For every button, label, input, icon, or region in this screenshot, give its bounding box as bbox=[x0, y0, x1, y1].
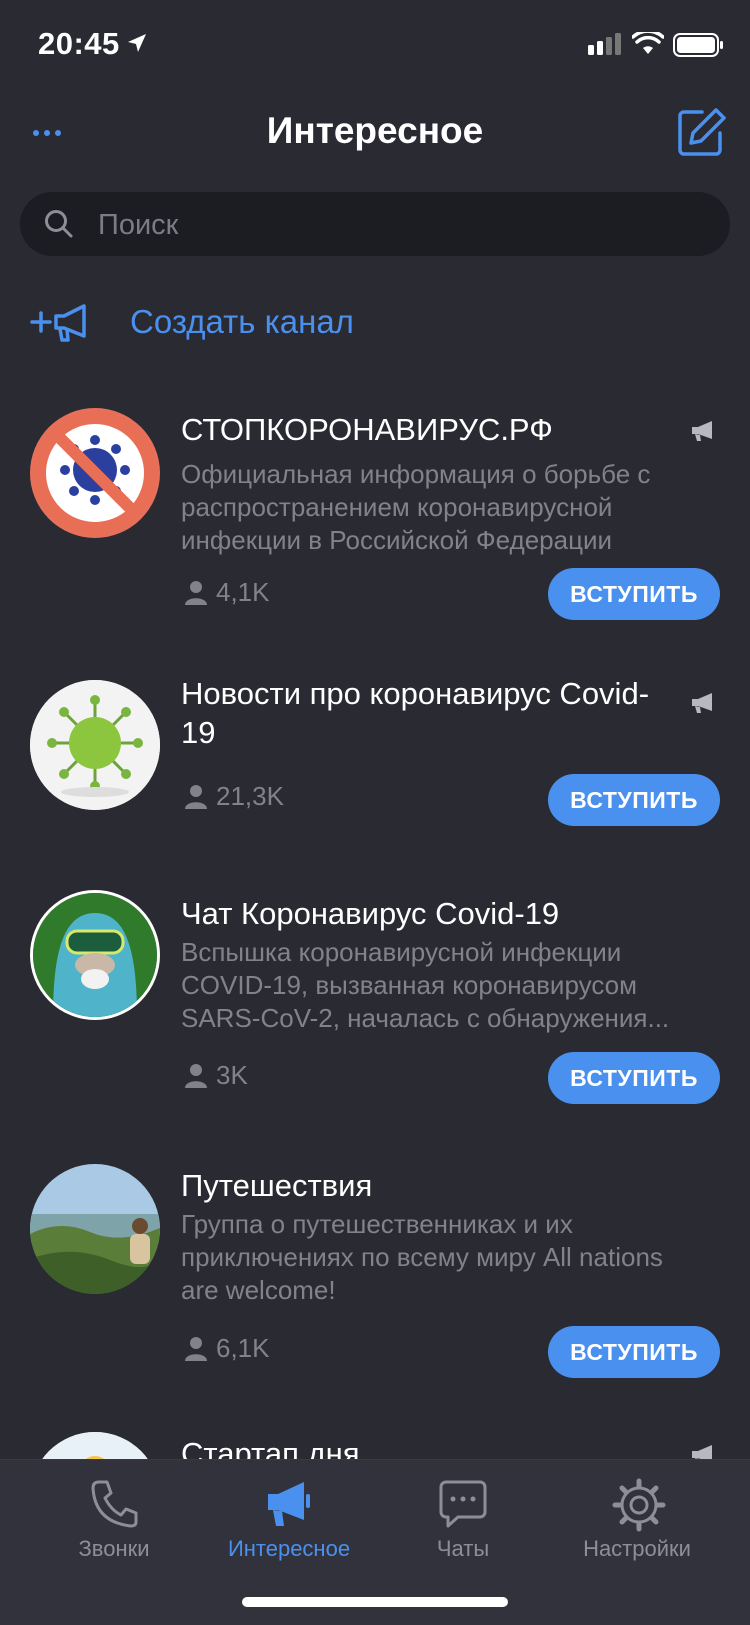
member-count-value: 3K bbox=[216, 1060, 248, 1090]
status-time: 20:45 bbox=[38, 26, 120, 61]
member-count-value: 6,1K bbox=[216, 1333, 270, 1363]
join-button[interactable]: ВСТУПИТЬ bbox=[548, 774, 720, 826]
avatar bbox=[30, 890, 160, 1020]
channel-title: СТОПКОРОНАВИРУС.РФ bbox=[181, 412, 553, 447]
status-bar: 20:45 bbox=[0, 0, 750, 90]
channel-megaphone-icon bbox=[692, 693, 712, 713]
chat-bubble-icon bbox=[439, 1480, 487, 1528]
channel-megaphone-icon bbox=[692, 421, 712, 441]
member-count: 6,1K bbox=[184, 1333, 270, 1364]
member-count: 21,3K bbox=[184, 781, 284, 812]
member-count: 4,1K bbox=[184, 577, 270, 608]
travel-landscape-image-icon bbox=[30, 1164, 160, 1294]
add-megaphone-icon bbox=[30, 304, 86, 342]
page-title: Интересное bbox=[266, 110, 484, 151]
channel-description: Группа о путешественниках и их приключен… bbox=[181, 1209, 663, 1305]
person-icon bbox=[185, 580, 207, 605]
member-count-value: 21,3K bbox=[216, 781, 284, 811]
compose-icon[interactable] bbox=[676, 106, 730, 158]
tab-calls[interactable]: Звонки bbox=[29, 1468, 199, 1568]
join-button[interactable]: ВСТУПИТЬ bbox=[548, 568, 720, 620]
home-indicator[interactable] bbox=[242, 1597, 508, 1607]
search-icon bbox=[45, 210, 73, 238]
virus-image-icon bbox=[30, 680, 160, 810]
channel-title: Новости про коронавирус Covid-19 bbox=[181, 676, 650, 750]
phone-icon bbox=[91, 1480, 138, 1528]
member-count: 3K bbox=[184, 1060, 248, 1091]
channel-title: Путешествия bbox=[181, 1168, 373, 1203]
stop-virus-logo-icon bbox=[33, 411, 157, 535]
tab-settings[interactable]: Настройки bbox=[552, 1468, 722, 1568]
protective-suit-image-icon bbox=[33, 893, 157, 1017]
join-button[interactable]: ВСТУПИТЬ bbox=[548, 1326, 720, 1378]
channel-description: Вспышка коронавирусной инфекции COVID-19… bbox=[181, 937, 670, 1033]
person-icon bbox=[185, 784, 207, 809]
location-arrow-icon bbox=[128, 34, 146, 52]
tab-label: Звонки bbox=[78, 1536, 150, 1561]
search-input[interactable] bbox=[96, 192, 700, 258]
tab-chats[interactable]: Чаты bbox=[378, 1468, 548, 1568]
create-channel-button[interactable]: Создать канал bbox=[30, 292, 354, 352]
battery-icon bbox=[673, 33, 723, 57]
cellular-signal-icon bbox=[588, 33, 621, 55]
person-icon bbox=[185, 1063, 207, 1088]
tab-explore[interactable]: Интересное bbox=[204, 1468, 374, 1568]
tab-label: Настройки bbox=[583, 1536, 691, 1561]
channel-description: Официальная информация о борьбе с распро… bbox=[181, 459, 651, 555]
channel-title: Чат Коронавирус Covid-19 bbox=[181, 896, 560, 931]
tab-label: Интересное bbox=[227, 1536, 351, 1561]
wifi-icon bbox=[632, 32, 664, 54]
search-bar[interactable] bbox=[20, 192, 730, 258]
tab-label: Чаты bbox=[436, 1536, 490, 1561]
member-count-value: 4,1K bbox=[216, 577, 270, 607]
avatar bbox=[30, 1164, 160, 1294]
person-icon bbox=[185, 1336, 207, 1361]
navigation-bar: Интересное bbox=[0, 90, 750, 176]
avatar bbox=[30, 680, 160, 810]
create-channel-label: Создать канал bbox=[130, 303, 354, 340]
join-button[interactable]: ВСТУПИТЬ bbox=[548, 1052, 720, 1104]
megaphone-icon bbox=[268, 1482, 310, 1526]
gear-icon bbox=[612, 1478, 666, 1532]
avatar bbox=[30, 408, 160, 538]
